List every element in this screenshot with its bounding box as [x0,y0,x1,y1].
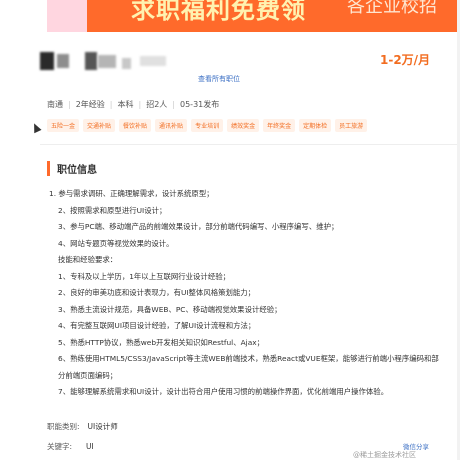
benefit-tag: 专业培训 [191,119,224,132]
meta-location: 南通 [47,100,63,109]
description-line: 4、网站专题页等视觉效果的设计。 [58,238,174,248]
salary-text: 1-2万/月 [380,53,431,67]
banner-mascot-image [47,0,87,32]
blurred-company [85,52,97,70]
section-divider [40,144,460,145]
benefit-tag: 交通补贴 [83,119,116,132]
meta-education: 本科 [117,100,134,109]
job-category-row: 职能类别: UI设计师 [47,421,118,432]
description-line: 5、熟悉HTTP协议，熟悉web开发相关知识如Restful、Ajax； [58,337,264,347]
section-accent-bar [47,161,50,176]
mouse-cursor-icon [30,121,42,134]
description-line: 2、良好的审美功底和设计表现力，有UI整体风格策划能力； [58,288,256,297]
section-title: 职位信息 [57,165,97,176]
view-all-jobs-link[interactable]: 查看所有职位 [198,74,240,84]
benefit-tag: 定期体检 [299,119,332,132]
blurred-job-title-2 [57,54,69,68]
benefit-tag: 五险一金 [47,119,80,132]
description-line: 4、有完整互联网UI项目设计经验，了解UI设计流程和方法； [58,321,256,330]
description-line: 3、参与PC端、移动端产品的前端效果设计，部分前端代码编写、小程序编写、维护； [58,222,339,231]
benefit-tag: 通讯补贴 [155,119,188,132]
job-meta-row: 南通 | 2年经验 | 本科 | 招2人 | 05-31发布 [47,100,220,109]
description-line: 技能和经验要求： [58,255,118,264]
benefit-tags: 五险一金 交通补贴 餐饮补贴 通讯补贴 专业培训 绩效奖金 年终奖金 定期体检 … [47,119,368,132]
job-category-label: 职能类别: [47,422,80,431]
blurred-company-2 [98,55,116,68]
blurred-company-3 [122,58,131,69]
benefit-tag: 年终奖金 [263,119,296,132]
blurred-company-4 [140,56,166,66]
watermark-text: @稀土掘金技术社区 [353,451,416,459]
promo-banner[interactable]: 求职福利免费领 各企业校招 [47,0,460,32]
description-line: 1. 参与需求调研、正确理解需求，设计系统原型； [49,189,214,198]
description-line: 6、熟练使用HTML5/CSS3/JavaScript等主流WEB前端技术，熟悉… [58,354,439,380]
description-line: 7、能够理解系统需求和UI设计，设计出符合用户使用习惯的前端操作界面，优化前端用… [58,387,389,396]
description-line: 1、专科及以上学历，1年以上互联网行业设计经验； [58,271,231,281]
description-line: 3、熟悉主流设计规范，具备WEB、PC、移动端视觉效果设计经验； [58,304,282,314]
banner-headline: 求职福利免费领 [131,0,306,24]
keyword-label: 关键字: [47,442,73,451]
section-header: 职位信息 [47,161,97,176]
benefit-tag: 员工旅游 [335,119,368,132]
meta-experience: 2年经验 [75,100,105,109]
job-description: 1. 参与需求调研、正确理解需求，设计系统原型； 2、按照需求和原型进行UI设计… [49,186,444,401]
job-category-value[interactable]: UI设计师 [88,422,118,431]
keyword-value[interactable]: UI [86,442,94,451]
banner-subtext: 各企业校招 [347,0,437,17]
meta-publish-date: 05-31发布 [180,100,220,109]
blurred-job-title [40,52,54,70]
benefit-tag: 绩效奖金 [227,119,260,132]
keyword-row: 关键字: UI [47,441,94,452]
benefit-tag: 餐饮补贴 [119,119,152,132]
description-line: 2、按照需求和原型进行UI设计； [58,205,167,215]
meta-headcount: 招2人 [146,100,168,109]
